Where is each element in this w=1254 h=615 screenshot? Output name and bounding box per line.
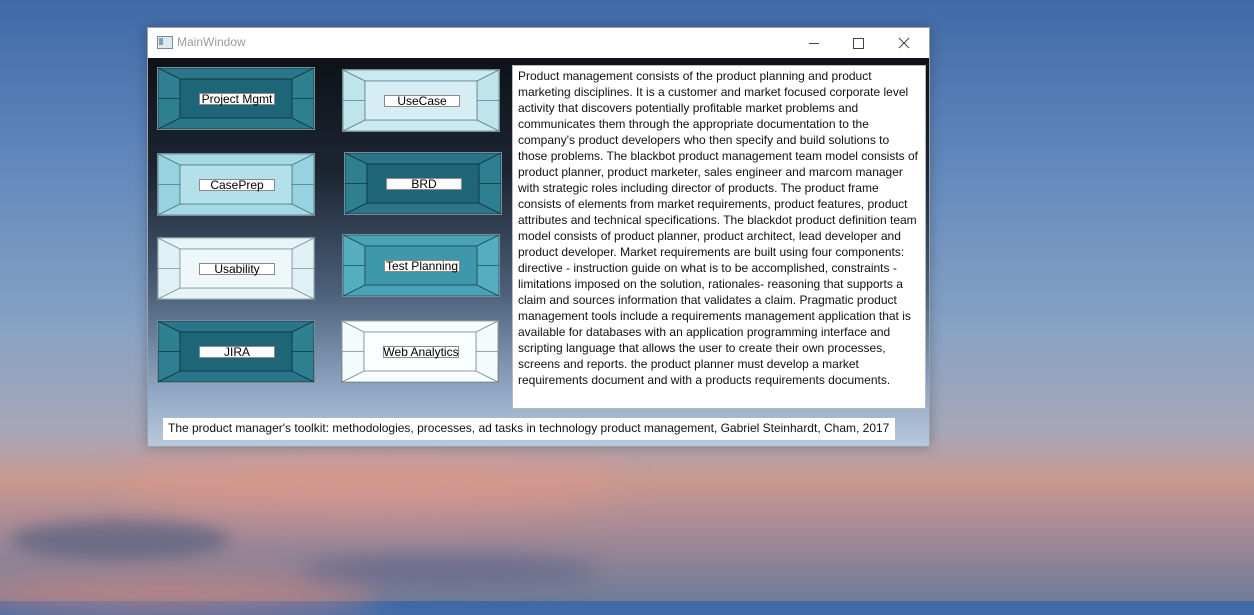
maximize-icon (853, 37, 864, 49)
tile-label: Usability (199, 263, 275, 275)
desktop-cloud (0, 575, 380, 615)
tile-test-planning[interactable]: Test Planning (342, 234, 500, 297)
tile-caseprep[interactable]: CasePrep (157, 153, 315, 216)
tile-usability[interactable]: Usability (157, 237, 315, 300)
tile-project-mgmt[interactable]: Project Mgmt (157, 67, 315, 130)
maximize-button[interactable] (836, 28, 881, 58)
app-window-icon (157, 36, 173, 49)
tile-web-analytics[interactable]: Web Analytics (341, 320, 499, 383)
close-button[interactable] (881, 28, 926, 58)
minimize-button[interactable] (791, 28, 836, 58)
client-area: Project Mgmt UseCase CasePrep BRD Usabil… (148, 58, 929, 446)
tile-label: Test Planning (384, 259, 460, 273)
description-textbox[interactable]: Product management consists of the produ… (512, 65, 926, 409)
citation-label: The product manager's toolkit: methodolo… (163, 418, 895, 440)
desktop-cloud (120, 455, 620, 515)
title-bar[interactable]: MainWindow (148, 28, 929, 58)
tile-jira[interactable]: JIRA (157, 320, 315, 383)
tile-label: BRD (386, 178, 462, 190)
close-icon (898, 37, 909, 49)
main-window: MainWindow Project Mgmt UseCase CasePrep (147, 27, 930, 447)
minimize-icon (808, 42, 819, 44)
tile-label: CasePrep (199, 179, 275, 191)
window-title: MainWindow (177, 35, 246, 49)
tile-label: UseCase (384, 95, 460, 107)
tile-label: Project Mgmt (199, 93, 275, 105)
description-text: Product management consists of the produ… (518, 69, 918, 387)
desktop-cloud (10, 520, 230, 560)
tile-usecase[interactable]: UseCase (342, 69, 500, 132)
tile-label: JIRA (199, 346, 275, 358)
tile-brd[interactable]: BRD (344, 152, 502, 215)
desktop-cloud (300, 555, 600, 585)
tile-label: Web Analytics (383, 345, 459, 359)
